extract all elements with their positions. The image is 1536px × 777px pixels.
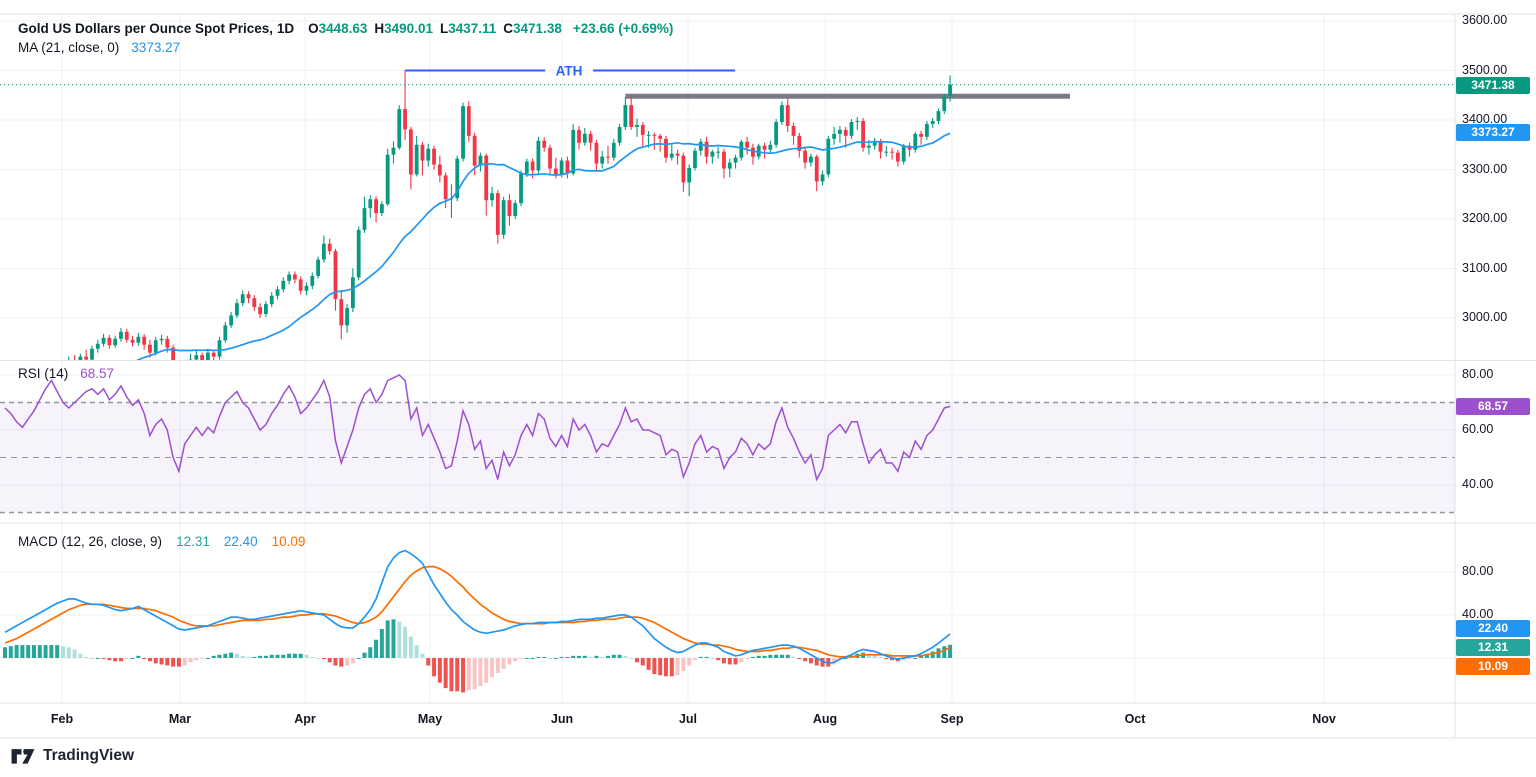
rsi-value: 68.57 bbox=[80, 366, 115, 381]
macd-value-badge: 22.40 bbox=[1456, 620, 1530, 637]
ohlc-key: O bbox=[308, 21, 319, 36]
ma-legend[interactable]: MA (21, close, 0) 3373.27 bbox=[18, 40, 180, 55]
ohlc-values: O3448.63 H3490.01 L3437.11 C3471.38 bbox=[308, 21, 569, 36]
ma-value: 3373.27 bbox=[131, 40, 181, 55]
macd-hist-value: 12.31 bbox=[176, 534, 210, 549]
time-axis-scale[interactable] bbox=[0, 703, 1455, 738]
macd-legend[interactable]: MACD (12, 26, close, 9) 12.31 22.40 10.0… bbox=[18, 534, 305, 549]
rsi-legend[interactable]: RSI (14) 68.57 bbox=[18, 366, 114, 381]
ma-label: MA (21, close, 0) bbox=[18, 40, 120, 55]
resistance-line[interactable] bbox=[625, 93, 1070, 99]
tradingview-logo[interactable]: TradingView bbox=[10, 745, 134, 767]
tradingview-chart: ATH Gold US Dollars per Ounce Spot Price… bbox=[0, 0, 1536, 777]
symbol-legend[interactable]: Gold US Dollars per Ounce Spot Prices, 1… bbox=[18, 21, 673, 36]
macd-signal-value: 10.09 bbox=[271, 534, 306, 549]
ohlc-value: 3437.11 bbox=[448, 21, 497, 36]
ohlc-key: C bbox=[503, 21, 514, 36]
tradingview-logo-icon bbox=[11, 749, 35, 764]
macd-line-value: 22.40 bbox=[223, 534, 258, 549]
price-change: +23.66 (+0.69%) bbox=[572, 21, 674, 36]
ma21-line bbox=[136, 132, 951, 360]
tradingview-logo-text: TradingView bbox=[43, 747, 135, 764]
macd-line bbox=[4, 549, 951, 665]
ohlc-value: 3471.38 bbox=[513, 21, 562, 36]
symbol-title: Gold US Dollars per Ounce Spot Prices, 1… bbox=[18, 21, 295, 36]
macd-signal-badge: 10.09 bbox=[1456, 658, 1530, 675]
rsi-value-badge: 68.57 bbox=[1456, 398, 1530, 415]
ohlc-value: 3448.63 bbox=[318, 21, 368, 36]
candles bbox=[68, 70, 952, 360]
ohlc-key: L bbox=[439, 21, 449, 36]
macd-label: MACD (12, 26, close, 9) bbox=[18, 534, 163, 549]
ohlc-key: H bbox=[374, 21, 385, 36]
ma-value-badge: 3373.27 bbox=[1456, 124, 1530, 141]
rsi-label: RSI (14) bbox=[18, 366, 69, 381]
ohlc-value: 3490.01 bbox=[384, 21, 433, 36]
macd-hist-badge: 12.31 bbox=[1456, 639, 1530, 656]
chart-canvas[interactable]: ATH bbox=[0, 0, 1536, 777]
ath-label: ATH bbox=[556, 64, 583, 79]
last-price-badge: 3471.38 bbox=[1456, 77, 1530, 94]
price-axis-scale[interactable] bbox=[1455, 14, 1536, 703]
